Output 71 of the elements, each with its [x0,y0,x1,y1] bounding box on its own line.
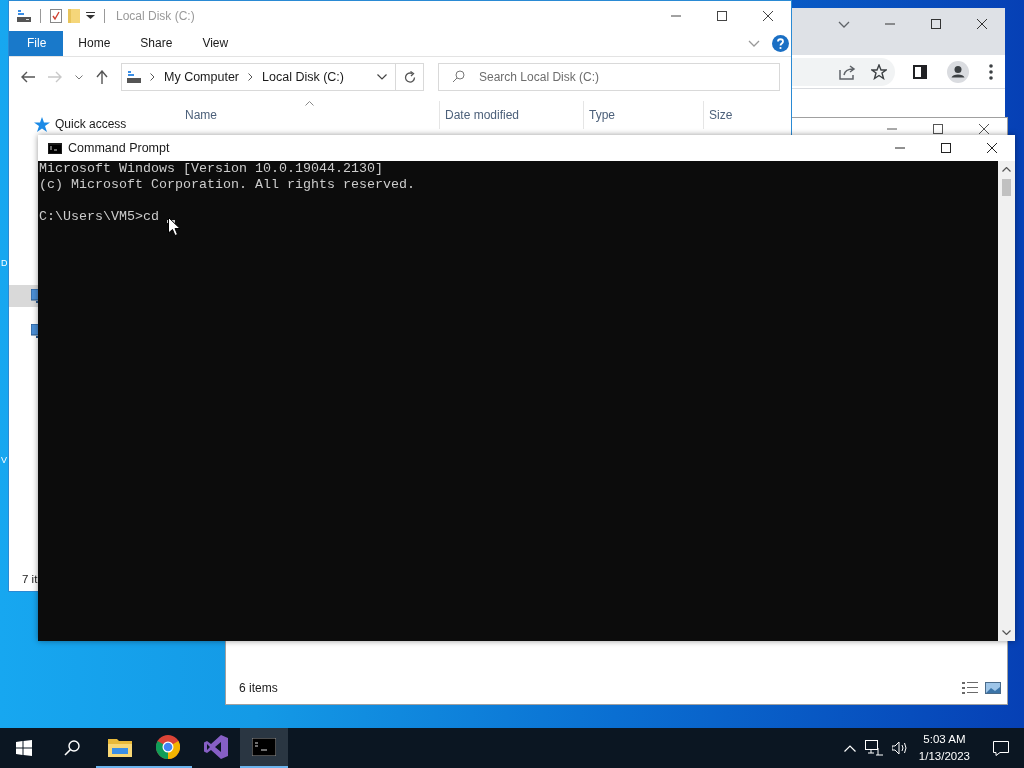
menu-icon[interactable] [989,63,993,80]
back-icon[interactable] [21,71,35,83]
recent-locations-icon[interactable] [75,74,83,80]
clock-button[interactable]: 5:03 AM 1/13/2023 [916,731,978,765]
address-bar[interactable] [792,57,895,86]
breadcrumb-item[interactable]: Local Disk (C:) [262,70,344,84]
scrollbar[interactable] [998,161,1015,641]
maximize-icon[interactable] [931,19,941,29]
chevron-down-icon[interactable] [838,21,850,29]
scroll-thumb[interactable] [1002,179,1011,196]
infinity-logo-icon [204,735,228,759]
item-count: 7 it [22,573,38,585]
search-icon [452,70,465,83]
window-title: Local Disk (C:) [116,9,195,23]
ribbon-tab[interactable]: View [187,31,244,56]
large-icons-view-icon[interactable] [985,682,1001,694]
details-view-icon[interactable] [962,682,978,694]
taskbar-app-button[interactable] [240,728,288,768]
nav-item[interactable] [9,285,38,307]
star-icon[interactable] [871,63,887,80]
column-header[interactable]: Date modified [440,101,584,129]
search-field[interactable]: Search Local Disk (C:) [438,63,780,91]
console-output-line: (c) Microsoft Corporation. All rights reserved. [39,177,416,193]
dropdown-icon[interactable] [377,74,388,80]
column-header[interactable]: Name [180,101,440,129]
window-title: Command Prompt [68,141,170,155]
item-count: 6 items [239,681,278,695]
console-output-line: Microsoft Windows [Version 10.0.19044.2130] [39,161,384,177]
drive-icon [127,71,141,83]
side-panel-icon[interactable] [913,64,927,79]
ribbon-tab[interactable]: Home [63,31,126,56]
file-menu-tab[interactable]: File [9,31,64,56]
scroll-up-icon[interactable] [1002,167,1011,172]
chrome-icon [156,735,180,759]
column-header[interactable]: Type [584,101,704,129]
drive-icon [17,10,31,22]
mouse-pointer-icon [168,217,180,236]
search-icon [64,740,80,756]
close-icon[interactable] [763,11,773,21]
console-input-line: C:\Users\VM5>cd [39,209,159,225]
console-icon [252,738,276,756]
close-icon[interactable] [979,124,989,134]
refresh-icon [403,70,416,84]
address-bar[interactable]: My Computer Local Disk (C:) [121,63,397,91]
folder-icon [108,736,132,758]
volume-icon[interactable] [891,741,908,755]
expand-ribbon-icon[interactable] [748,39,760,48]
network-icon[interactable] [864,740,883,756]
chevron-up-icon[interactable] [843,744,856,752]
windows-logo-icon [16,740,32,756]
up-icon[interactable] [96,70,108,84]
profile-icon[interactable] [947,60,969,83]
chevron-right-icon[interactable] [150,73,155,81]
close-icon[interactable] [977,19,987,29]
nav-item[interactable]: Quick access [9,113,180,135]
share-icon[interactable] [838,63,856,80]
chevron-right-icon[interactable] [248,73,254,81]
dropdown-icon[interactable] [86,12,95,20]
scroll-down-icon[interactable] [1002,630,1011,635]
maximize-icon[interactable] [717,11,727,21]
sort-ascending-icon[interactable] [305,101,314,106]
ribbon-tab[interactable]: Share [125,31,188,56]
breadcrumb-item[interactable]: My Computer [164,70,240,84]
quick-access-star-icon [34,116,50,132]
notifications-icon[interactable] [993,740,1009,756]
console-icon [48,142,62,154]
properties-icon[interactable] [50,9,62,23]
column-header[interactable]: Size [704,101,782,129]
refresh-button[interactable] [396,63,424,91]
help-icon[interactable] [772,35,789,52]
close-icon[interactable] [987,143,997,153]
